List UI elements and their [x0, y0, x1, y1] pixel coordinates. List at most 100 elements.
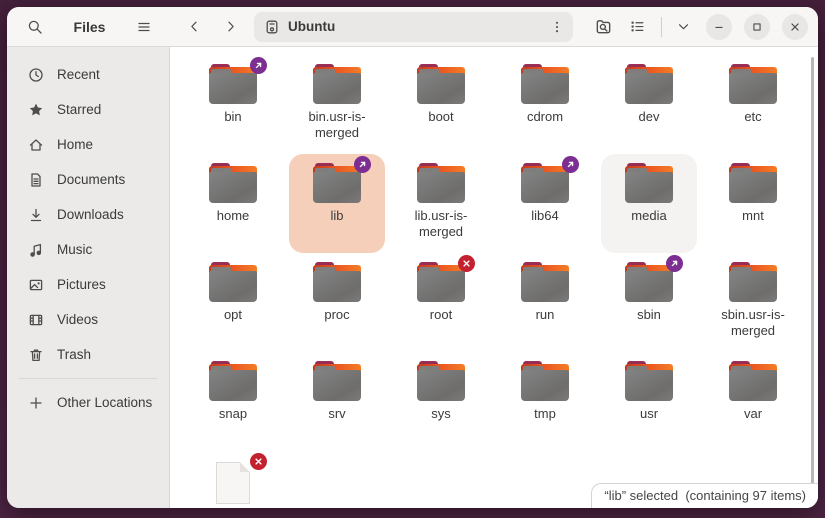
file-item-srv[interactable]: srv: [289, 352, 385, 451]
minimize-icon: [712, 20, 726, 34]
home-icon: [28, 137, 44, 153]
file-label: mnt: [742, 208, 764, 223]
folder-icon: [521, 64, 569, 104]
sidebar-item-home[interactable]: Home: [13, 127, 163, 162]
folder-icon: [625, 163, 673, 203]
file-item-sbin-usr-is-merged[interactable]: sbin.usr-is-merged: [705, 253, 801, 352]
sidebar-item-music[interactable]: Music: [13, 232, 163, 267]
file-item-tmp[interactable]: tmp: [497, 352, 593, 451]
file-label: lib: [330, 208, 344, 223]
file-item-run[interactable]: run: [497, 253, 593, 352]
sidebar-item-label: Home: [57, 137, 94, 152]
folder-icon: [625, 255, 683, 302]
file-item-lib64[interactable]: lib64: [497, 154, 593, 253]
app-title: Files: [73, 18, 106, 35]
file-label: snap: [218, 406, 248, 421]
view-options-button[interactable]: [672, 13, 694, 41]
sidebar-item-pictures[interactable]: Pictures: [13, 267, 163, 302]
file-item-lib[interactable]: lib: [289, 154, 385, 253]
file-item-sys[interactable]: sys: [393, 352, 489, 451]
file-item-opt[interactable]: opt: [185, 253, 281, 352]
sidebar-item-label: Starred: [57, 102, 102, 117]
sidebar-item-other-locations[interactable]: Other Locations: [13, 385, 163, 420]
file-label: proc: [324, 307, 350, 322]
path-bar[interactable]: Ubuntu: [254, 11, 573, 42]
sidebar-item-videos[interactable]: Videos: [13, 302, 163, 337]
sidebar-item-documents[interactable]: Documents: [13, 162, 163, 197]
sidebar-item-recent[interactable]: Recent: [13, 57, 163, 92]
search-in-folder-button[interactable]: [589, 13, 617, 41]
folder-icon: [313, 64, 361, 104]
file-item-bin[interactable]: bin: [185, 55, 281, 154]
chevron-left-icon: [187, 19, 202, 34]
file-item-var[interactable]: var: [705, 352, 801, 451]
file-label: srv: [328, 406, 346, 421]
sidebar-separator: [19, 378, 157, 379]
folder-icon: [313, 156, 371, 203]
file-label: lib.usr-is-merged: [414, 208, 468, 239]
folder-icon: [417, 255, 475, 302]
file-item-dev[interactable]: dev: [601, 55, 697, 154]
file-item-swap-img[interactable]: swap.img: [185, 451, 281, 508]
file-item-bin-usr-is-merged[interactable]: bin.usr-is-merged: [289, 55, 385, 154]
sidebar: Recent Starred Home Documents Downloads …: [7, 47, 170, 508]
file-label: root: [429, 307, 453, 322]
symlink-arrow-icon: [562, 156, 579, 173]
file-label: dev: [638, 109, 660, 124]
file-item-mnt[interactable]: mnt: [705, 154, 801, 253]
file-item-sbin[interactable]: sbin: [601, 253, 697, 352]
sidebar-footer: Other Locations: [7, 385, 169, 420]
folder-icon: [417, 64, 465, 104]
sidebar-item-downloads[interactable]: Downloads: [13, 197, 163, 232]
hamburger-menu-icon: [136, 19, 152, 35]
clock-icon: [28, 67, 44, 83]
forward-button[interactable]: [216, 13, 244, 41]
file-item-cdrom[interactable]: cdrom: [497, 55, 593, 154]
header-bar: Files Ubuntu: [7, 7, 818, 47]
file-item-boot[interactable]: boot: [393, 55, 489, 154]
file-item-lib-usr-is-merged[interactable]: lib.usr-is-merged: [393, 154, 489, 253]
folder-icon: [521, 156, 579, 203]
folder-icon: [729, 64, 777, 104]
music-note-icon: [28, 242, 44, 258]
sidebar-item-label: Other Locations: [57, 395, 153, 410]
sidebar-item-label: Pictures: [57, 277, 106, 292]
close-button[interactable]: [782, 13, 808, 40]
document-icon: [28, 172, 44, 188]
folder-icon: [313, 262, 361, 302]
file-item-media[interactable]: media: [601, 154, 697, 253]
file-label: opt: [223, 307, 243, 322]
header-right: [589, 13, 818, 41]
header-left: Files: [7, 13, 170, 41]
main-menu-button[interactable]: [130, 13, 158, 41]
maximize-icon: [750, 20, 764, 34]
file-item-home[interactable]: home: [185, 154, 281, 253]
folder-icon: [313, 361, 361, 401]
minimize-button[interactable]: [706, 13, 732, 40]
file-item-etc[interactable]: etc: [705, 55, 801, 154]
folder-icon: [417, 361, 465, 401]
file-item-proc[interactable]: proc: [289, 253, 385, 352]
list-view-toggle-button[interactable]: [623, 13, 651, 41]
file-item-usr[interactable]: usr: [601, 352, 697, 451]
vertical-scrollbar[interactable]: [811, 57, 814, 500]
folder-icon: [209, 361, 257, 401]
sidebar-item-trash[interactable]: Trash: [13, 337, 163, 372]
folder-icon: [209, 57, 267, 104]
location-menu-button[interactable]: [545, 15, 569, 39]
sidebar-item-label: Trash: [57, 347, 92, 362]
file-label: tmp: [534, 406, 556, 421]
magnifier-icon: [27, 19, 43, 35]
plus-icon: [28, 395, 44, 411]
file-label: bin.usr-is-merged: [308, 109, 366, 140]
maximize-button[interactable]: [744, 13, 770, 40]
sidebar-item-label: Documents: [57, 172, 126, 187]
kebab-menu-icon: [550, 20, 564, 34]
file-item-snap[interactable]: snap: [185, 352, 281, 451]
folder-icon: [209, 163, 257, 203]
search-button[interactable]: [21, 13, 49, 41]
sidebar-item-starred[interactable]: Starred: [13, 92, 163, 127]
back-button[interactable]: [180, 13, 208, 41]
file-item-root[interactable]: root: [393, 253, 489, 352]
file-label: sbin.usr-is-merged: [721, 307, 785, 338]
